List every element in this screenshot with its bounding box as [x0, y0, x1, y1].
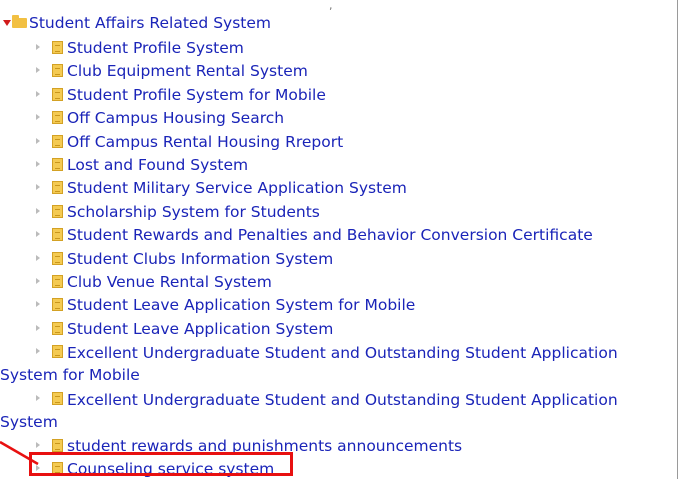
- collapsed-arrow-icon[interactable]: [36, 114, 40, 121]
- document-icon: [52, 204, 63, 218]
- tree-item-club-venue-rental[interactable]: Club Venue Rental System: [0, 270, 677, 293]
- tree-item-off-campus-rental-report[interactable]: Off Campus Rental Housing Rreport: [0, 130, 677, 153]
- collapsed-arrow-icon[interactable]: [36, 90, 40, 97]
- document-icon: [52, 111, 63, 125]
- document-icon: [52, 181, 63, 195]
- folder-open-icon: [12, 15, 27, 28]
- tree-item-label[interactable]: Counseling service system: [67, 459, 274, 479]
- document-icon: [52, 438, 63, 452]
- collapsed-arrow-icon[interactable]: [36, 465, 40, 472]
- tree-item-military-service-application[interactable]: Student Military Service Application Sys…: [0, 176, 677, 199]
- tree-item-leave-application-mobile[interactable]: Student Leave Application System for Mob…: [0, 293, 677, 316]
- system-tree-panel: , Student Affairs Related System Student…: [0, 0, 678, 479]
- tree-item-label[interactable]: Excellent Undergraduate Student and Outs…: [0, 389, 672, 433]
- document-icon: [52, 462, 63, 476]
- collapsed-arrow-icon[interactable]: [36, 207, 40, 214]
- document-icon: [52, 251, 63, 265]
- document-icon: [52, 228, 63, 242]
- collapsed-arrow-icon[interactable]: [36, 324, 40, 331]
- tree-item-label[interactable]: student rewards and punishments announce…: [67, 436, 462, 456]
- document-icon: [52, 64, 63, 78]
- tree-item-label[interactable]: Student Profile System: [67, 38, 244, 58]
- collapsed-arrow-icon[interactable]: [36, 301, 40, 308]
- tree-item-label[interactable]: Off Campus Housing Search: [67, 108, 284, 128]
- tree-item-label[interactable]: Student Clubs Information System: [67, 249, 333, 269]
- collapsed-arrow-icon[interactable]: [36, 67, 40, 74]
- collapsed-arrow-icon[interactable]: [36, 254, 40, 261]
- document-icon: [52, 134, 63, 148]
- scroll-fragment-glyph: ,: [329, 0, 333, 12]
- tree-item-excellent-student-mobile[interactable]: Excellent Undergraduate Student and Outs…: [0, 340, 677, 387]
- document-icon: [52, 87, 63, 101]
- tree-item-lost-and-found[interactable]: Lost and Found System: [0, 153, 677, 176]
- collapsed-arrow-icon[interactable]: [36, 441, 40, 448]
- tree-item-club-equipment-rental[interactable]: Club Equipment Rental System: [0, 59, 677, 82]
- document-icon: [52, 321, 63, 335]
- tree-item-leave-application[interactable]: Student Leave Application System: [0, 317, 677, 340]
- tree-item-counseling-service[interactable]: Counseling service system: [0, 457, 677, 480]
- tree-item-label[interactable]: Student Leave Application System: [67, 319, 333, 339]
- document-icon: [52, 157, 63, 171]
- tree-item-clubs-information[interactable]: Student Clubs Information System: [0, 247, 677, 270]
- tree-item-rewards-punishments-announcements[interactable]: student rewards and punishments announce…: [0, 434, 677, 457]
- tree-item-excellent-student[interactable]: Excellent Undergraduate Student and Outs…: [0, 387, 677, 434]
- collapsed-arrow-icon[interactable]: [36, 231, 40, 238]
- document-icon: [52, 274, 63, 288]
- tree-item-off-campus-housing-search[interactable]: Off Campus Housing Search: [0, 106, 677, 129]
- tree-item-label[interactable]: Student Leave Application System for Mob…: [67, 295, 415, 315]
- tree-item-label[interactable]: Club Venue Rental System: [67, 272, 272, 292]
- document-icon: [52, 41, 63, 54]
- collapsed-arrow-icon[interactable]: [36, 184, 40, 191]
- collapsed-arrow-icon[interactable]: [36, 44, 40, 50]
- tree-root-label[interactable]: Student Affairs Related System: [29, 14, 271, 32]
- tree-root-student-affairs[interactable]: Student Affairs Related System: [0, 12, 271, 34]
- expand-arrow-icon[interactable]: [3, 20, 11, 26]
- tree-item-label[interactable]: Lost and Found System: [67, 155, 248, 175]
- tree-item-student-profile-system[interactable]: Student Profile System: [0, 36, 677, 59]
- document-icon: [52, 298, 63, 312]
- tree-item-label[interactable]: Club Equipment Rental System: [67, 61, 308, 81]
- tree-item-label[interactable]: Student Rewards and Penalties and Behavi…: [67, 225, 593, 245]
- tree-item-label[interactable]: Student Military Service Application Sys…: [67, 178, 407, 198]
- tree-item-rewards-penalties-certificate[interactable]: Student Rewards and Penalties and Behavi…: [0, 223, 677, 246]
- tree-item-label[interactable]: Excellent Undergraduate Student and Outs…: [0, 342, 672, 386]
- tree-item-label[interactable]: Student Profile System for Mobile: [67, 85, 326, 105]
- tree-item-label[interactable]: Scholarship System for Students: [67, 202, 320, 222]
- tree-item-label[interactable]: Off Campus Rental Housing Rreport: [67, 132, 343, 152]
- tree-item-student-profile-mobile[interactable]: Student Profile System for Mobile: [0, 83, 677, 106]
- tree-children-list: Student Profile System Club Equipment Re…: [0, 36, 677, 480]
- collapsed-arrow-icon[interactable]: [36, 277, 40, 284]
- collapsed-arrow-icon[interactable]: [36, 137, 40, 144]
- collapsed-arrow-icon[interactable]: [36, 160, 40, 167]
- tree-item-scholarship-system[interactable]: Scholarship System for Students: [0, 200, 677, 223]
